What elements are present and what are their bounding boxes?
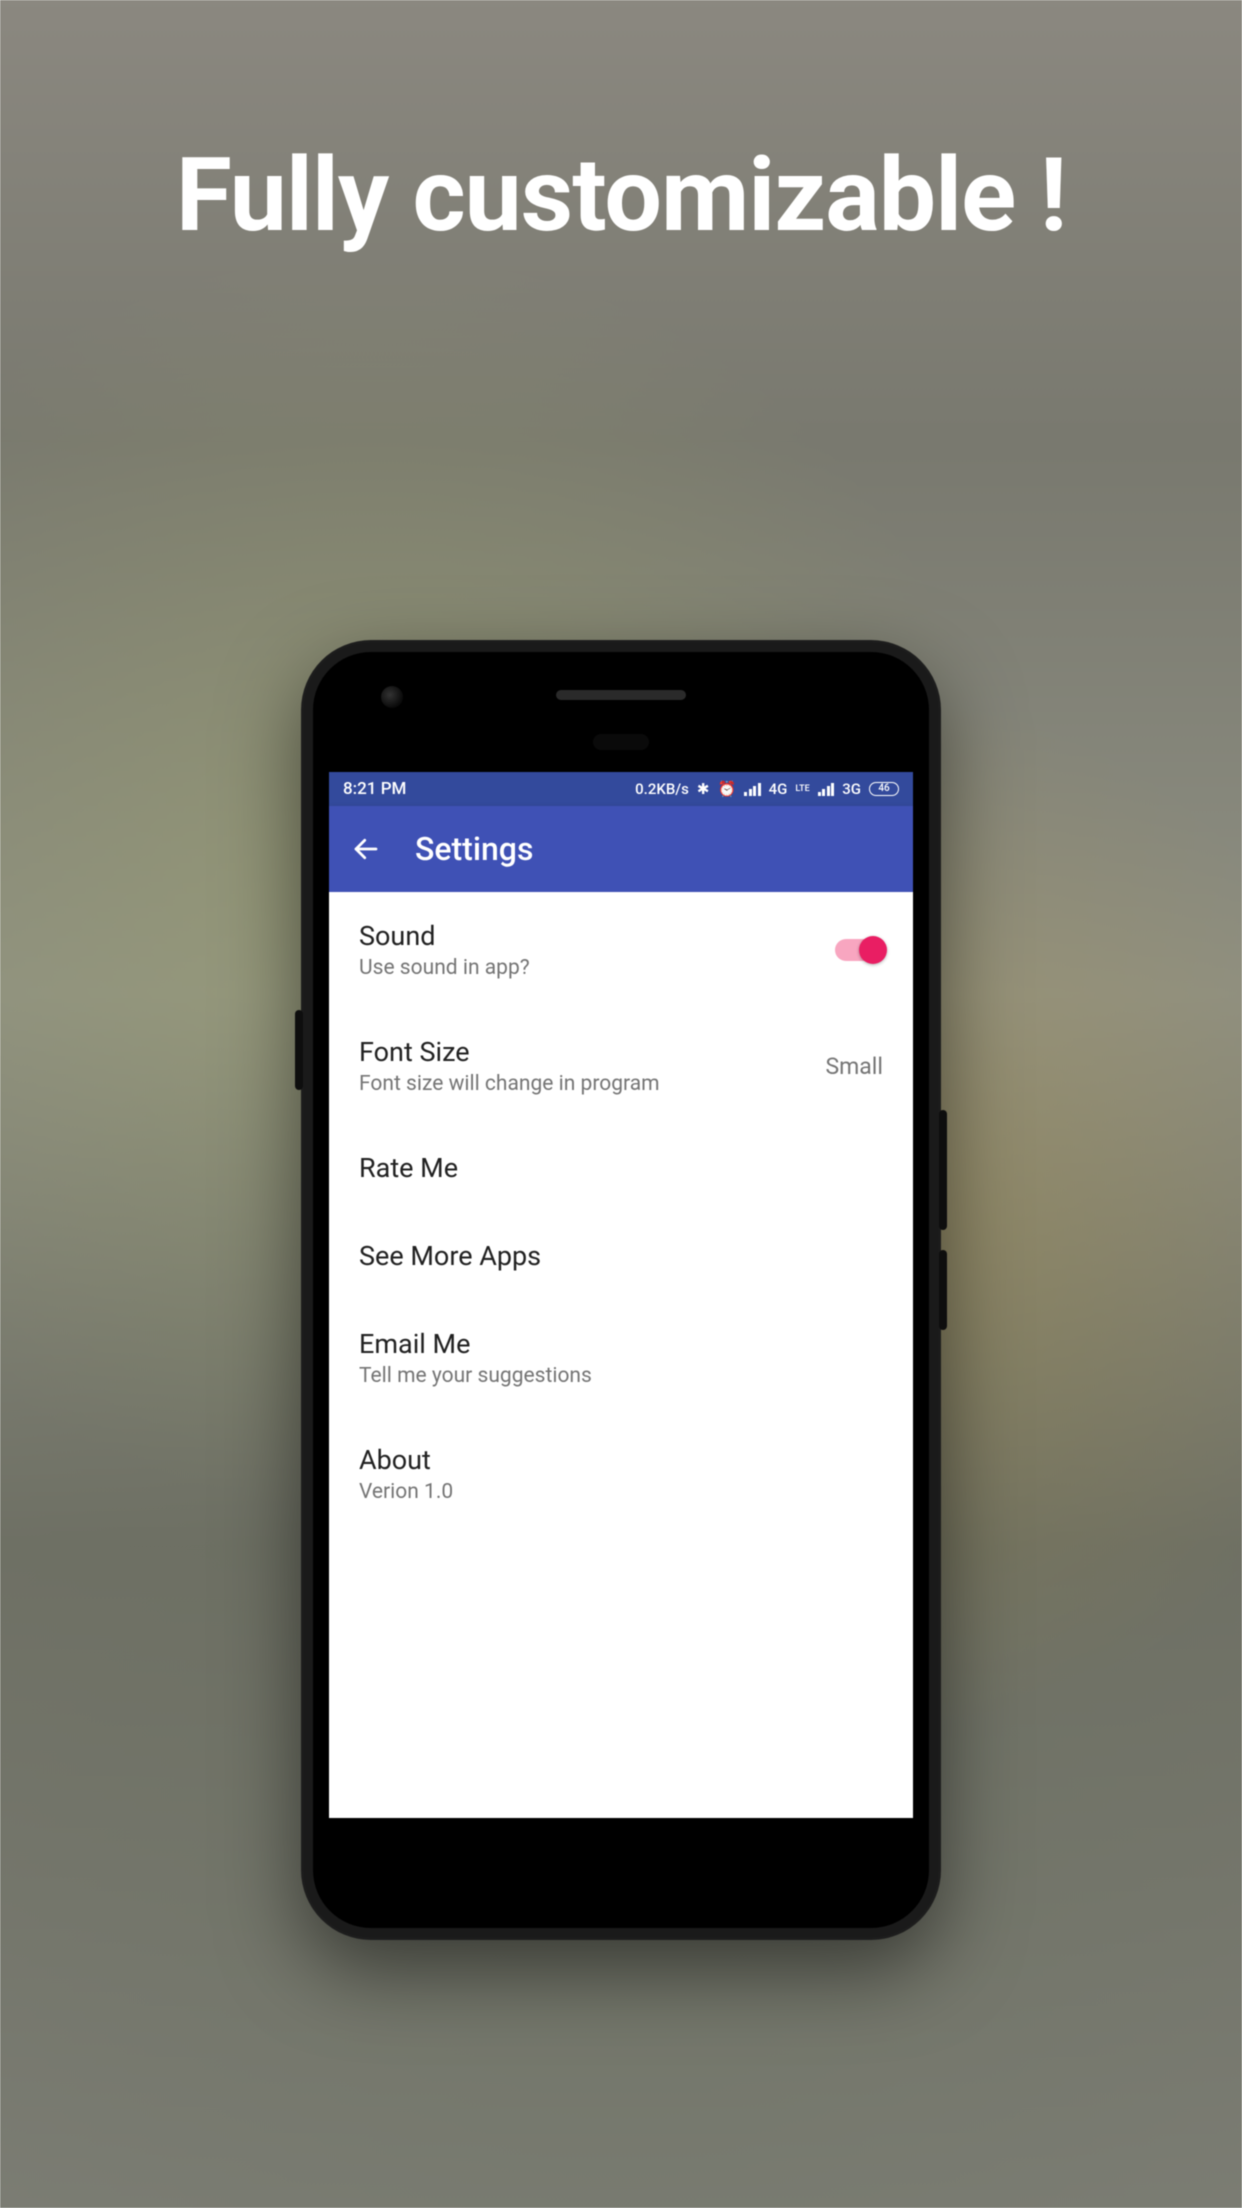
setting-about-sub: Verion 1.0	[359, 1480, 883, 1504]
setting-sound-title: Sound	[359, 920, 835, 952]
phone-speaker-icon	[556, 690, 686, 700]
promo-headline: Fully customizable !	[0, 135, 1242, 255]
app-screen: 8:21 PM 0.2KB/s ✱ ⏰ 4G LTE 3G 46	[329, 772, 913, 1818]
arrow-left-icon	[351, 834, 381, 864]
settings-list: Sound Use sound in app? Font Size Font s…	[329, 892, 913, 1532]
status-lte: LTE	[795, 784, 809, 794]
setting-email-sub: Tell me your suggestions	[359, 1364, 883, 1388]
setting-see-more-apps[interactable]: See More Apps	[329, 1212, 913, 1300]
status-time: 8:21 PM	[343, 779, 406, 799]
setting-rate-title: Rate Me	[359, 1152, 883, 1184]
page-title: Settings	[415, 830, 533, 868]
status-net2: 3G	[842, 780, 861, 798]
phone-button-left	[295, 1010, 303, 1090]
phone-frame: 8:21 PM 0.2KB/s ✱ ⏰ 4G LTE 3G 46	[301, 640, 941, 1940]
setting-sound[interactable]: Sound Use sound in app?	[329, 892, 913, 1008]
status-speed: 0.2KB/s	[635, 780, 689, 798]
promo-background: Fully customizable ! 8:21 PM 0.2KB/s ✱ ⏰…	[0, 0, 1242, 2208]
setting-font-sub: Font size will change in program	[359, 1072, 805, 1096]
setting-email-title: Email Me	[359, 1328, 883, 1360]
setting-font-size[interactable]: Font Size Font size will change in progr…	[329, 1008, 913, 1124]
setting-about-title: About	[359, 1444, 883, 1476]
phone-camera-icon	[381, 686, 403, 708]
status-bar: 8:21 PM 0.2KB/s ✱ ⏰ 4G LTE 3G 46	[329, 772, 913, 806]
setting-rate-me[interactable]: Rate Me	[329, 1124, 913, 1212]
setting-font-title: Font Size	[359, 1036, 805, 1068]
setting-email-me[interactable]: Email Me Tell me your suggestions	[329, 1300, 913, 1416]
app-bar: Settings	[329, 806, 913, 892]
status-right-cluster: 0.2KB/s ✱ ⏰ 4G LTE 3G 46	[635, 780, 899, 798]
bluetooth-icon: ✱	[697, 780, 710, 798]
phone-bezel: 8:21 PM 0.2KB/s ✱ ⏰ 4G LTE 3G 46	[313, 652, 929, 1928]
setting-more-title: See More Apps	[359, 1240, 883, 1272]
status-net1: 4G	[769, 780, 788, 798]
phone-sensor-icon	[593, 734, 649, 750]
phone-button-right-upper	[939, 1110, 947, 1230]
setting-font-value: Small	[805, 1053, 883, 1080]
setting-sound-sub: Use sound in app?	[359, 956, 835, 980]
phone-button-right-lower	[939, 1250, 947, 1330]
battery-icon: 46	[869, 782, 899, 796]
setting-about[interactable]: About Verion 1.0	[329, 1416, 913, 1532]
sound-toggle[interactable]	[835, 939, 883, 961]
alarm-icon: ⏰	[717, 780, 736, 798]
signal-2-icon	[818, 782, 835, 796]
signal-1-icon	[744, 782, 761, 796]
back-button[interactable]	[351, 834, 381, 864]
